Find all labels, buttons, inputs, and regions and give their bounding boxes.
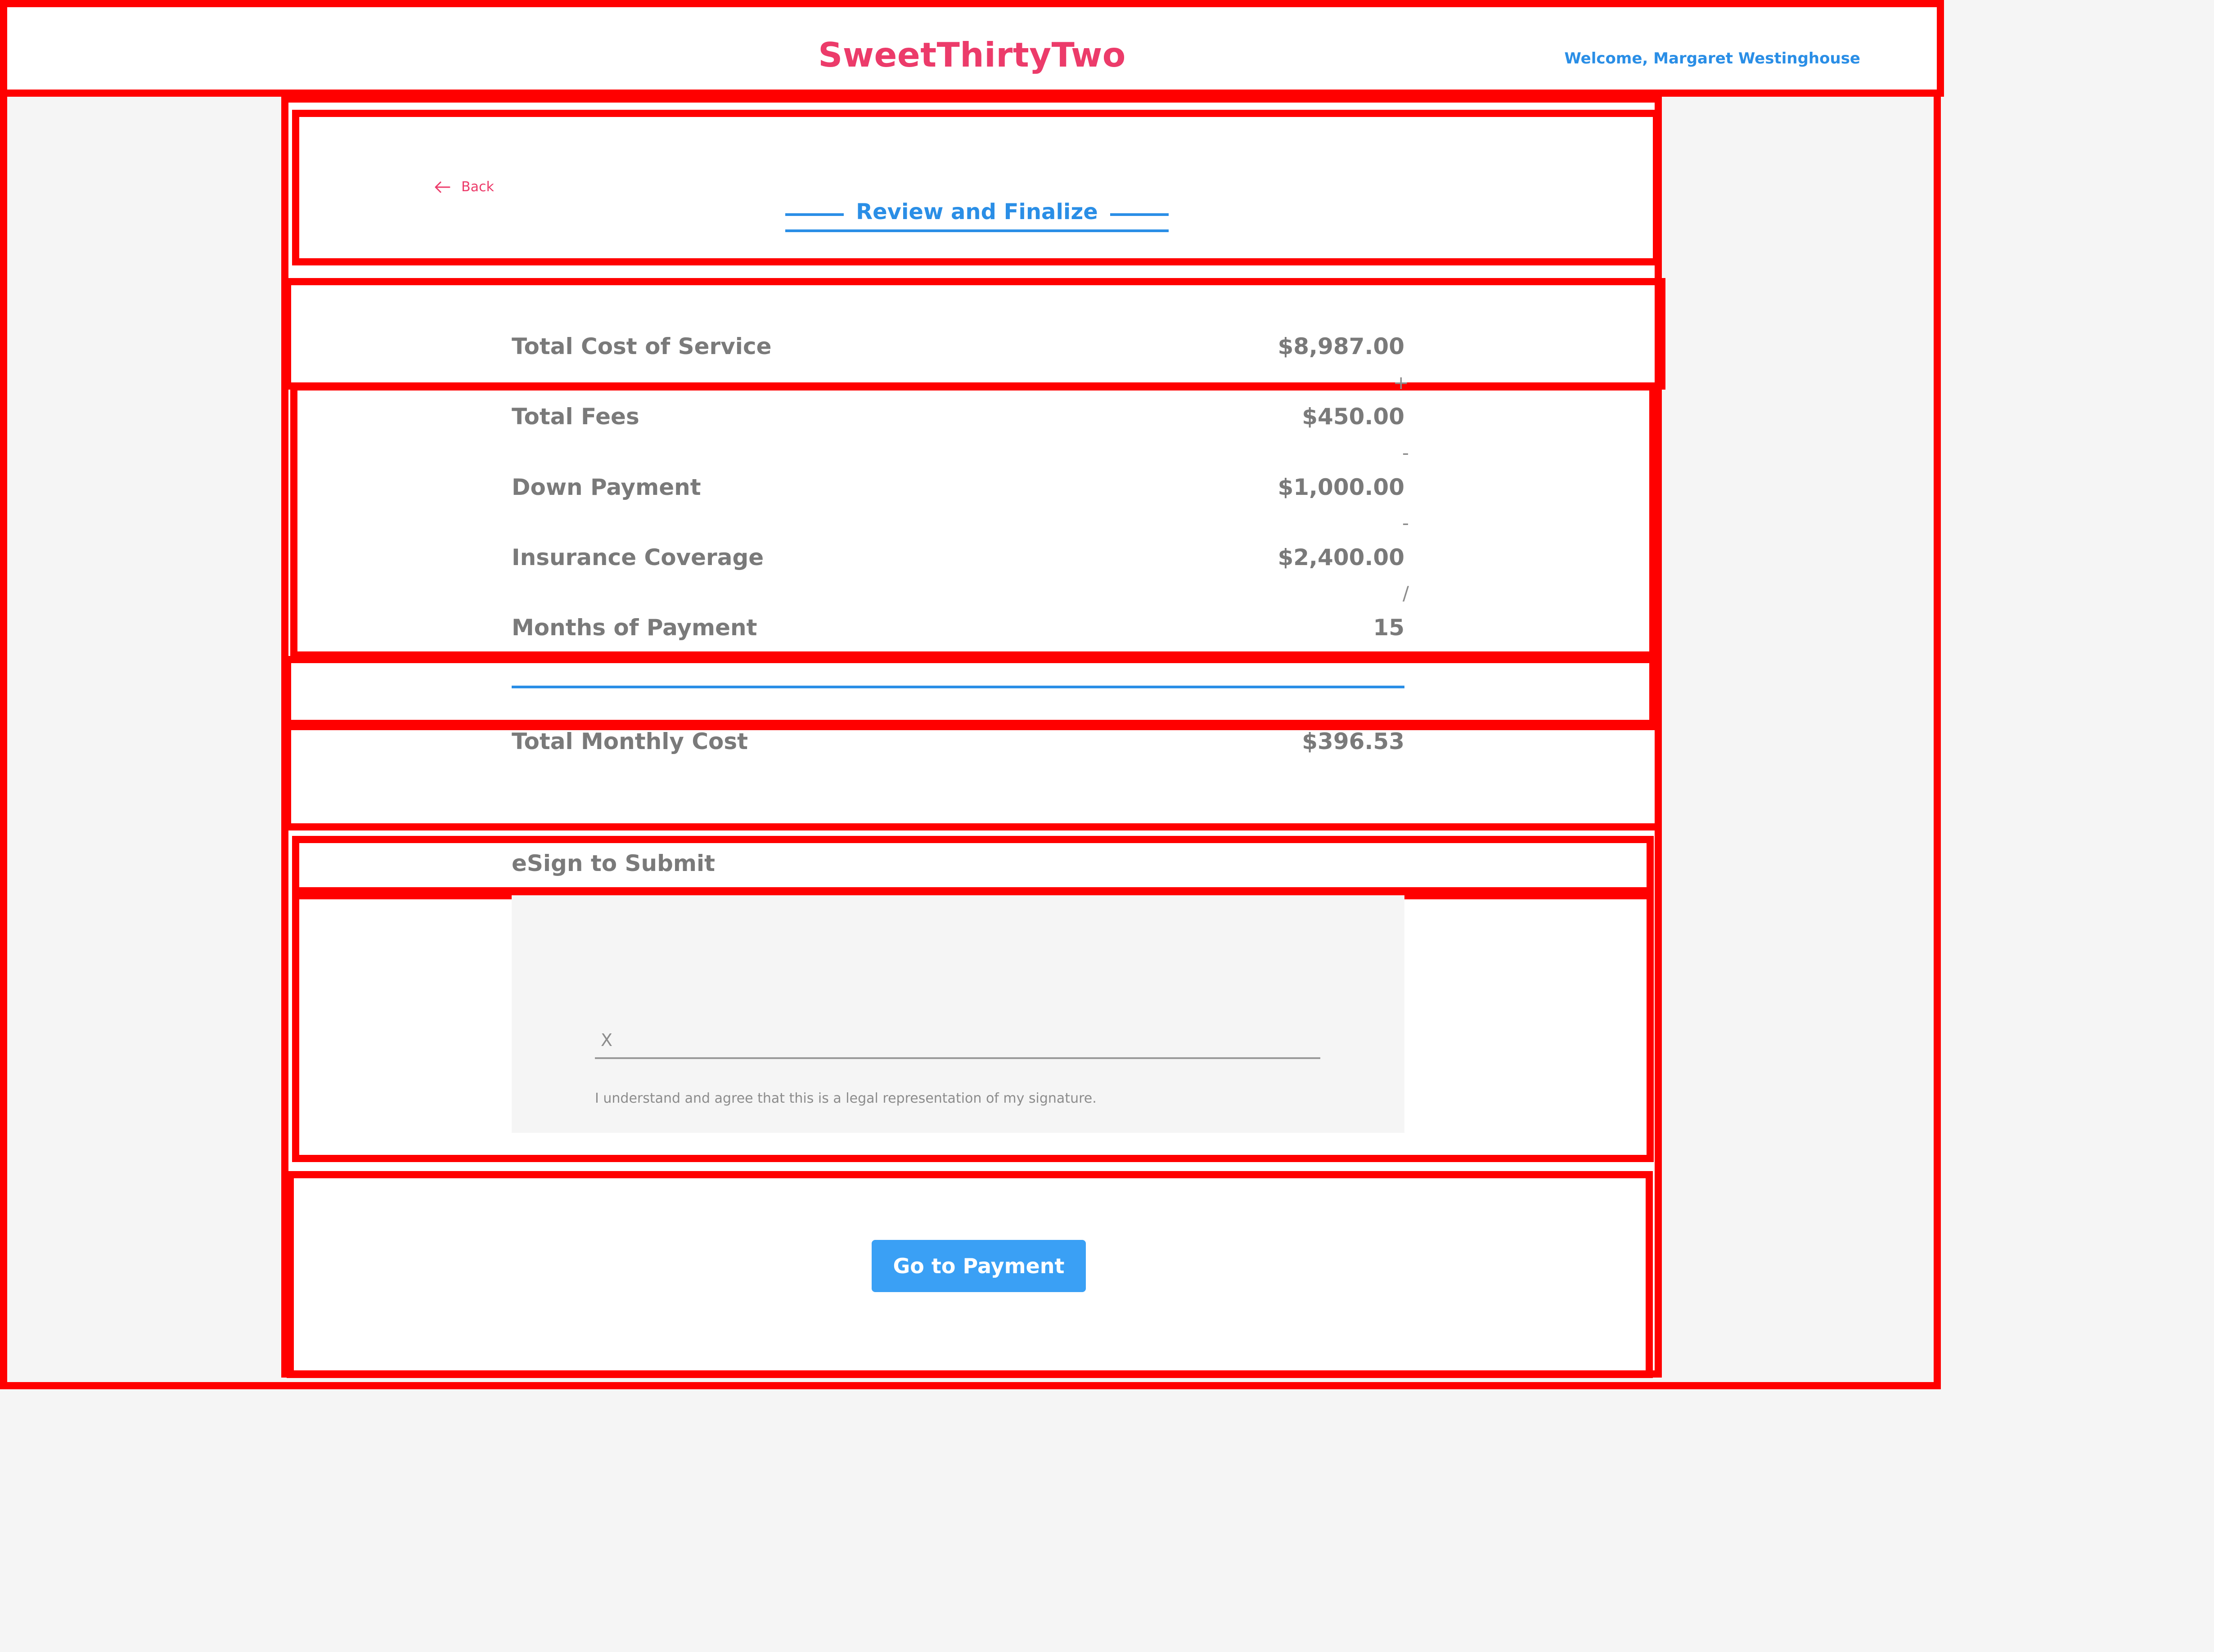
monthly-cost-value: $396.53 — [1302, 728, 1404, 754]
fees-label: Total Fees — [512, 404, 639, 430]
esign-title-section — [292, 836, 1654, 894]
minus-operator: - — [1402, 512, 1409, 534]
back-link[interactable]: Back — [434, 179, 494, 195]
total-cost-row: Total Cost of Service $8,987.00 — [512, 333, 1404, 359]
insurance-label: Insurance Coverage — [512, 544, 764, 570]
insurance-row: Insurance Coverage $2,400.00 — [512, 544, 1404, 570]
signature-agreement-note: I understand and agree that this is a le… — [595, 1091, 1097, 1106]
down-payment-row: Down Payment $1,000.00 — [512, 474, 1404, 500]
divider-section — [284, 656, 1656, 730]
signature-pad[interactable]: X I understand and agree that this is a … — [512, 895, 1404, 1133]
divide-operator: / — [1402, 582, 1409, 604]
monthly-cost-row: Total Monthly Cost $396.53 — [512, 728, 1404, 754]
signature-x-mark: X — [601, 1030, 613, 1050]
minus-operator: - — [1402, 442, 1409, 464]
total-cost-label: Total Cost of Service — [512, 333, 772, 359]
fees-value: $450.00 — [1302, 404, 1404, 430]
months-label: Months of Payment — [512, 615, 757, 641]
insurance-value: $2,400.00 — [1278, 544, 1404, 570]
arrow-left-icon — [435, 181, 450, 193]
fees-row: Total Fees $450.00 — [512, 404, 1404, 430]
down-payment-value: $1,000.00 — [1278, 474, 1404, 500]
months-value: 15 — [1373, 615, 1404, 641]
down-payment-label: Down Payment — [512, 474, 701, 500]
app-header: SweetThirtyTwo Welcome, Margaret Westing… — [0, 0, 1944, 97]
page-title: Review and Finalize — [785, 192, 1169, 232]
total-cost-value: $8,987.00 — [1278, 333, 1404, 359]
welcome-message[interactable]: Welcome, Margaret Westinghouse — [1564, 49, 1860, 67]
total-divider — [512, 686, 1404, 688]
esign-title: eSign to Submit — [512, 850, 716, 876]
monthly-cost-label: Total Monthly Cost — [512, 728, 748, 754]
months-row: Months of Payment 15 — [512, 615, 1404, 641]
signature-line — [595, 1057, 1320, 1059]
review-card: Back Review and Finalize Total Cost of S… — [281, 95, 1665, 1378]
go-to-payment-button[interactable]: Go to Payment — [872, 1240, 1086, 1292]
plus-operator: + — [1393, 372, 1409, 394]
back-label: Back — [461, 179, 494, 195]
title-section — [292, 110, 1660, 265]
